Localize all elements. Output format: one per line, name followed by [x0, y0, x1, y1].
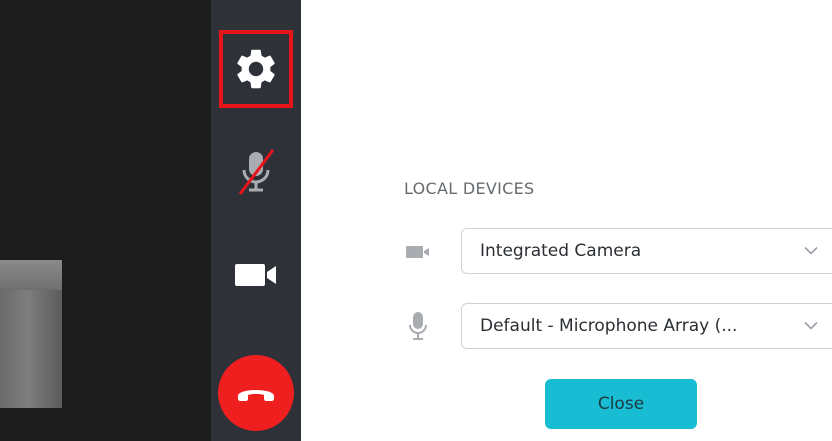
call-toolbar [211, 0, 301, 441]
section-title: LOCAL DEVICES [404, 179, 535, 198]
camera-select-value: Integrated Camera [480, 241, 642, 261]
device-settings-panel: LOCAL DEVICES Integrated Camera Default … [301, 0, 832, 441]
camera-select[interactable]: Integrated Camera [461, 228, 832, 274]
hang-up-button[interactable] [218, 355, 294, 431]
settings-button[interactable] [219, 30, 293, 108]
video-camera-icon [235, 264, 276, 286]
microphone-select-value: Default - Microphone Array (... [480, 316, 738, 336]
video-camera-icon [404, 228, 432, 276]
microphone-icon [404, 303, 432, 351]
toggle-camera-button[interactable] [219, 245, 293, 305]
phone-hangup-icon [238, 390, 274, 401]
gear-icon [237, 49, 275, 89]
remote-video [0, 0, 211, 441]
close-button[interactable]: Close [545, 379, 697, 429]
chevron-down-icon [804, 246, 818, 255]
microphone-muted-icon [238, 149, 275, 195]
mute-microphone-button[interactable] [219, 140, 293, 204]
chevron-down-icon [804, 321, 818, 330]
video-call-screen: LOCAL DEVICES Integrated Camera Default … [0, 0, 832, 441]
local-video-preview-top [0, 260, 62, 290]
microphone-select[interactable]: Default - Microphone Array (... [461, 303, 832, 349]
